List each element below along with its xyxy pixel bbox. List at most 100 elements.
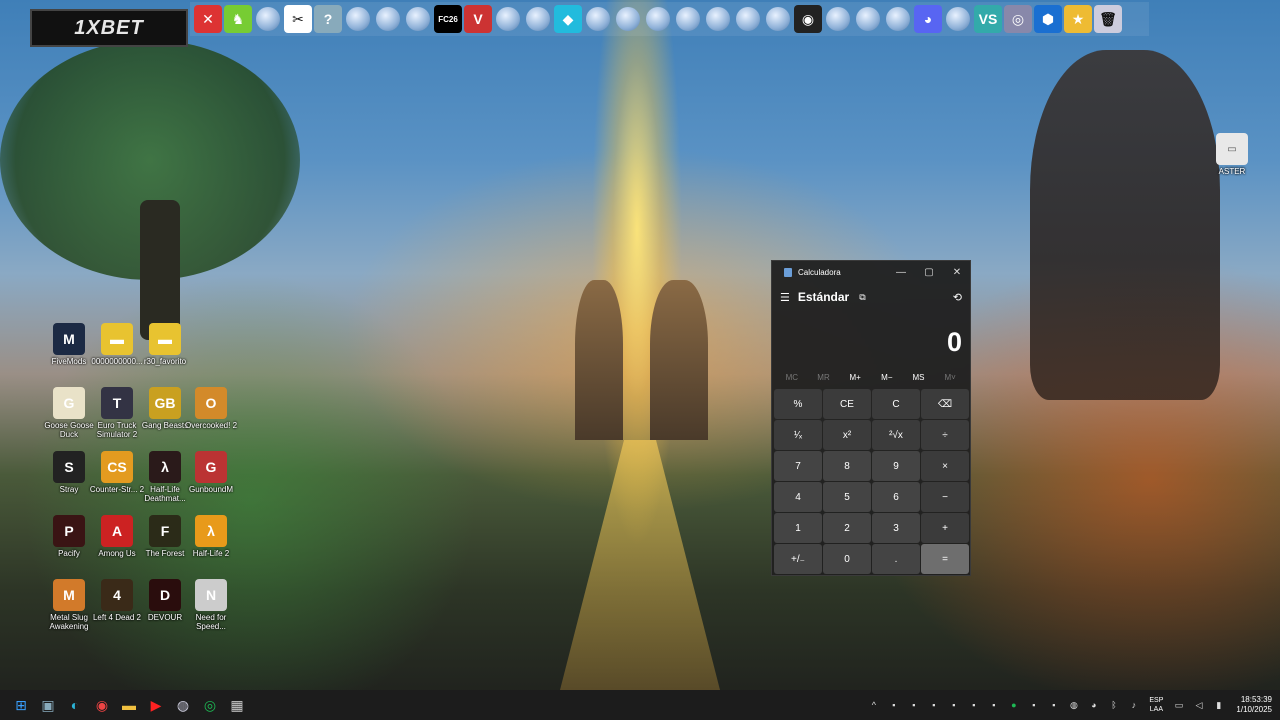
desktop-icon[interactable]: P Pacify — [46, 515, 92, 558]
hex-app-icon[interactable]: ⬢ — [1034, 5, 1062, 33]
key-button[interactable]: ⌫ — [921, 389, 969, 419]
browser-globe-icon[interactable] — [674, 5, 702, 33]
key-button[interactable]: 0 — [823, 544, 871, 574]
diamond-app-icon[interactable]: ◆ — [554, 5, 582, 33]
key-button[interactable]: 7 — [774, 451, 822, 481]
desktop-icon[interactable]: λ Half-Life Deathmat... — [142, 451, 188, 503]
key-button[interactable]: CE — [823, 389, 871, 419]
minimize-button[interactable]: — — [890, 264, 912, 280]
browser-globe-icon[interactable] — [944, 5, 972, 33]
key-button[interactable]: C — [872, 389, 920, 419]
shield-app-icon[interactable]: ◎ — [1004, 5, 1032, 33]
browser-globe-icon[interactable] — [344, 5, 372, 33]
obs-icon[interactable]: ◉ — [794, 5, 822, 33]
key-button[interactable]: + — [921, 513, 969, 543]
tray-app-icon[interactable]: ▪ — [1025, 697, 1042, 714]
desktop-icon[interactable]: ▬ 0000000000... — [91, 323, 143, 366]
desktop-icon[interactable]: A Among Us — [94, 515, 140, 558]
browser-globe-icon[interactable] — [884, 5, 912, 33]
browser-globe-icon[interactable] — [854, 5, 882, 33]
key-button[interactable]: +/₋ — [774, 544, 822, 574]
browser-globe-icon[interactable] — [824, 5, 852, 33]
desktop-icon[interactable]: N Need for Speed... — [188, 579, 234, 631]
calculator-titlebar[interactable]: Calculadora — [772, 261, 970, 283]
desktop-icon[interactable]: M FiveMods — [46, 323, 92, 366]
desktop-icon[interactable]: 4 Left 4 Dead 2 — [93, 579, 141, 622]
spotify-icon[interactable]: ◎ — [198, 693, 222, 717]
tray-app-icon[interactable]: ▪ — [985, 697, 1002, 714]
windows-start-icon[interactable]: ⊞ — [9, 693, 33, 717]
green-figure-icon[interactable]: ♞ — [224, 5, 252, 33]
desktop-icon[interactable]: ▬ r30_favorito — [142, 323, 188, 366]
steam-icon[interactable]: ◍ — [171, 693, 195, 717]
browser-globe-icon[interactable] — [764, 5, 792, 33]
key-button[interactable]: − — [921, 482, 969, 512]
monitor-icon[interactable]: ▭ — [1170, 697, 1187, 714]
browser-globe-icon[interactable] — [254, 5, 282, 33]
memory-button[interactable]: M− — [871, 373, 903, 382]
key-button[interactable]: 8 — [823, 451, 871, 481]
fc26-icon[interactable]: FC26 — [434, 5, 462, 33]
tray-app-icon[interactable]: ▪ — [905, 697, 922, 714]
browser-globe-icon[interactable] — [644, 5, 672, 33]
desktop-icon[interactable]: G Goose Goose Duck — [44, 387, 94, 439]
desktop-icon[interactable]: S Stray — [46, 451, 92, 494]
people-app-icon[interactable]: ▣ — [36, 693, 60, 717]
browser-globe-icon[interactable] — [524, 5, 552, 33]
key-button[interactable]: ¹⁄ₓ — [774, 420, 822, 450]
browser-globe-icon[interactable] — [704, 5, 732, 33]
tray-app-icon[interactable]: ▪ — [965, 697, 982, 714]
language-indicator[interactable]: ESP LAA — [1145, 696, 1167, 714]
browser-globe-icon[interactable] — [734, 5, 762, 33]
maximize-button[interactable]: ▢ — [918, 264, 940, 280]
spotify-tray-icon[interactable]: ● — [1005, 697, 1022, 714]
desktop-icon[interactable]: M Metal Slug Awakening — [46, 579, 92, 631]
calculator-taskbar-icon[interactable]: ▦ — [225, 693, 249, 717]
key-button[interactable]: x² — [823, 420, 871, 450]
browser-globe-icon[interactable] — [374, 5, 402, 33]
help-icon[interactable]: ? — [314, 5, 342, 33]
valorant-icon[interactable]: V — [464, 5, 492, 33]
mic-icon[interactable]: ♪ — [1125, 697, 1142, 714]
tray-app-icon[interactable]: ▪ — [885, 697, 902, 714]
desktop-icon[interactable]: T Euro Truck Simulator 2 — [94, 387, 140, 439]
memory-button[interactable]: M+ — [839, 373, 871, 382]
chevron-up-icon[interactable]: ^ — [865, 697, 882, 714]
desktop-icon[interactable]: O Overcooked! 2 — [185, 387, 237, 430]
key-button[interactable]: 1 — [774, 513, 822, 543]
browser-globe-icon[interactable] — [614, 5, 642, 33]
red-x-icon[interactable]: ✕ — [194, 5, 222, 33]
desktop-icon-aster[interactable]: ▭ ASTER — [1209, 133, 1255, 176]
key-button[interactable]: ²√x — [872, 420, 920, 450]
key-button[interactable]: ÷ — [921, 420, 969, 450]
desktop-icon[interactable]: F The Forest — [142, 515, 188, 558]
memory-button[interactable]: M˅ — [934, 373, 966, 382]
browser-globe-icon[interactable] — [584, 5, 612, 33]
browser-globe-icon[interactable] — [404, 5, 432, 33]
tray-app-icon[interactable]: ▪ — [925, 697, 942, 714]
steam-tray-icon[interactable]: ◍ — [1065, 697, 1082, 714]
key-button[interactable]: 5 — [823, 482, 871, 512]
recycle-bin-icon[interactable]: 🗑 — [1094, 5, 1122, 33]
discord-tray-icon[interactable]: ◕ — [1085, 697, 1102, 714]
star-app-icon[interactable]: ★ — [1064, 5, 1092, 33]
capcut-icon[interactable]: ✂ — [284, 5, 312, 33]
desktop-icon[interactable]: CS Counter-Str... 2 — [90, 451, 144, 494]
key-button[interactable]: 2 — [823, 513, 871, 543]
desktop-icon[interactable]: GB Gang Beasts — [142, 387, 188, 430]
chrome-icon[interactable]: ◉ — [90, 693, 114, 717]
memory-button[interactable]: MS — [903, 373, 935, 382]
desktop-icon[interactable]: λ Half-Life 2 — [188, 515, 234, 558]
key-button[interactable]: = — [921, 544, 969, 574]
browser-globe-icon[interactable] — [494, 5, 522, 33]
vs-icon[interactable]: VS — [974, 5, 1002, 33]
key-button[interactable]: 9 — [872, 451, 920, 481]
speaker-icon[interactable]: ◁ — [1190, 697, 1207, 714]
key-button[interactable]: 3 — [872, 513, 920, 543]
clock[interactable]: 18:53:39 1/10/2025 — [1230, 695, 1280, 715]
youtube-icon[interactable]: ▶ — [144, 693, 168, 717]
discord-icon[interactable]: ◕ — [914, 5, 942, 33]
key-button[interactable]: × — [921, 451, 969, 481]
1xbet-widget[interactable]: 1XBET — [30, 9, 188, 47]
hamburger-menu-icon[interactable]: ☰ — [780, 291, 790, 304]
